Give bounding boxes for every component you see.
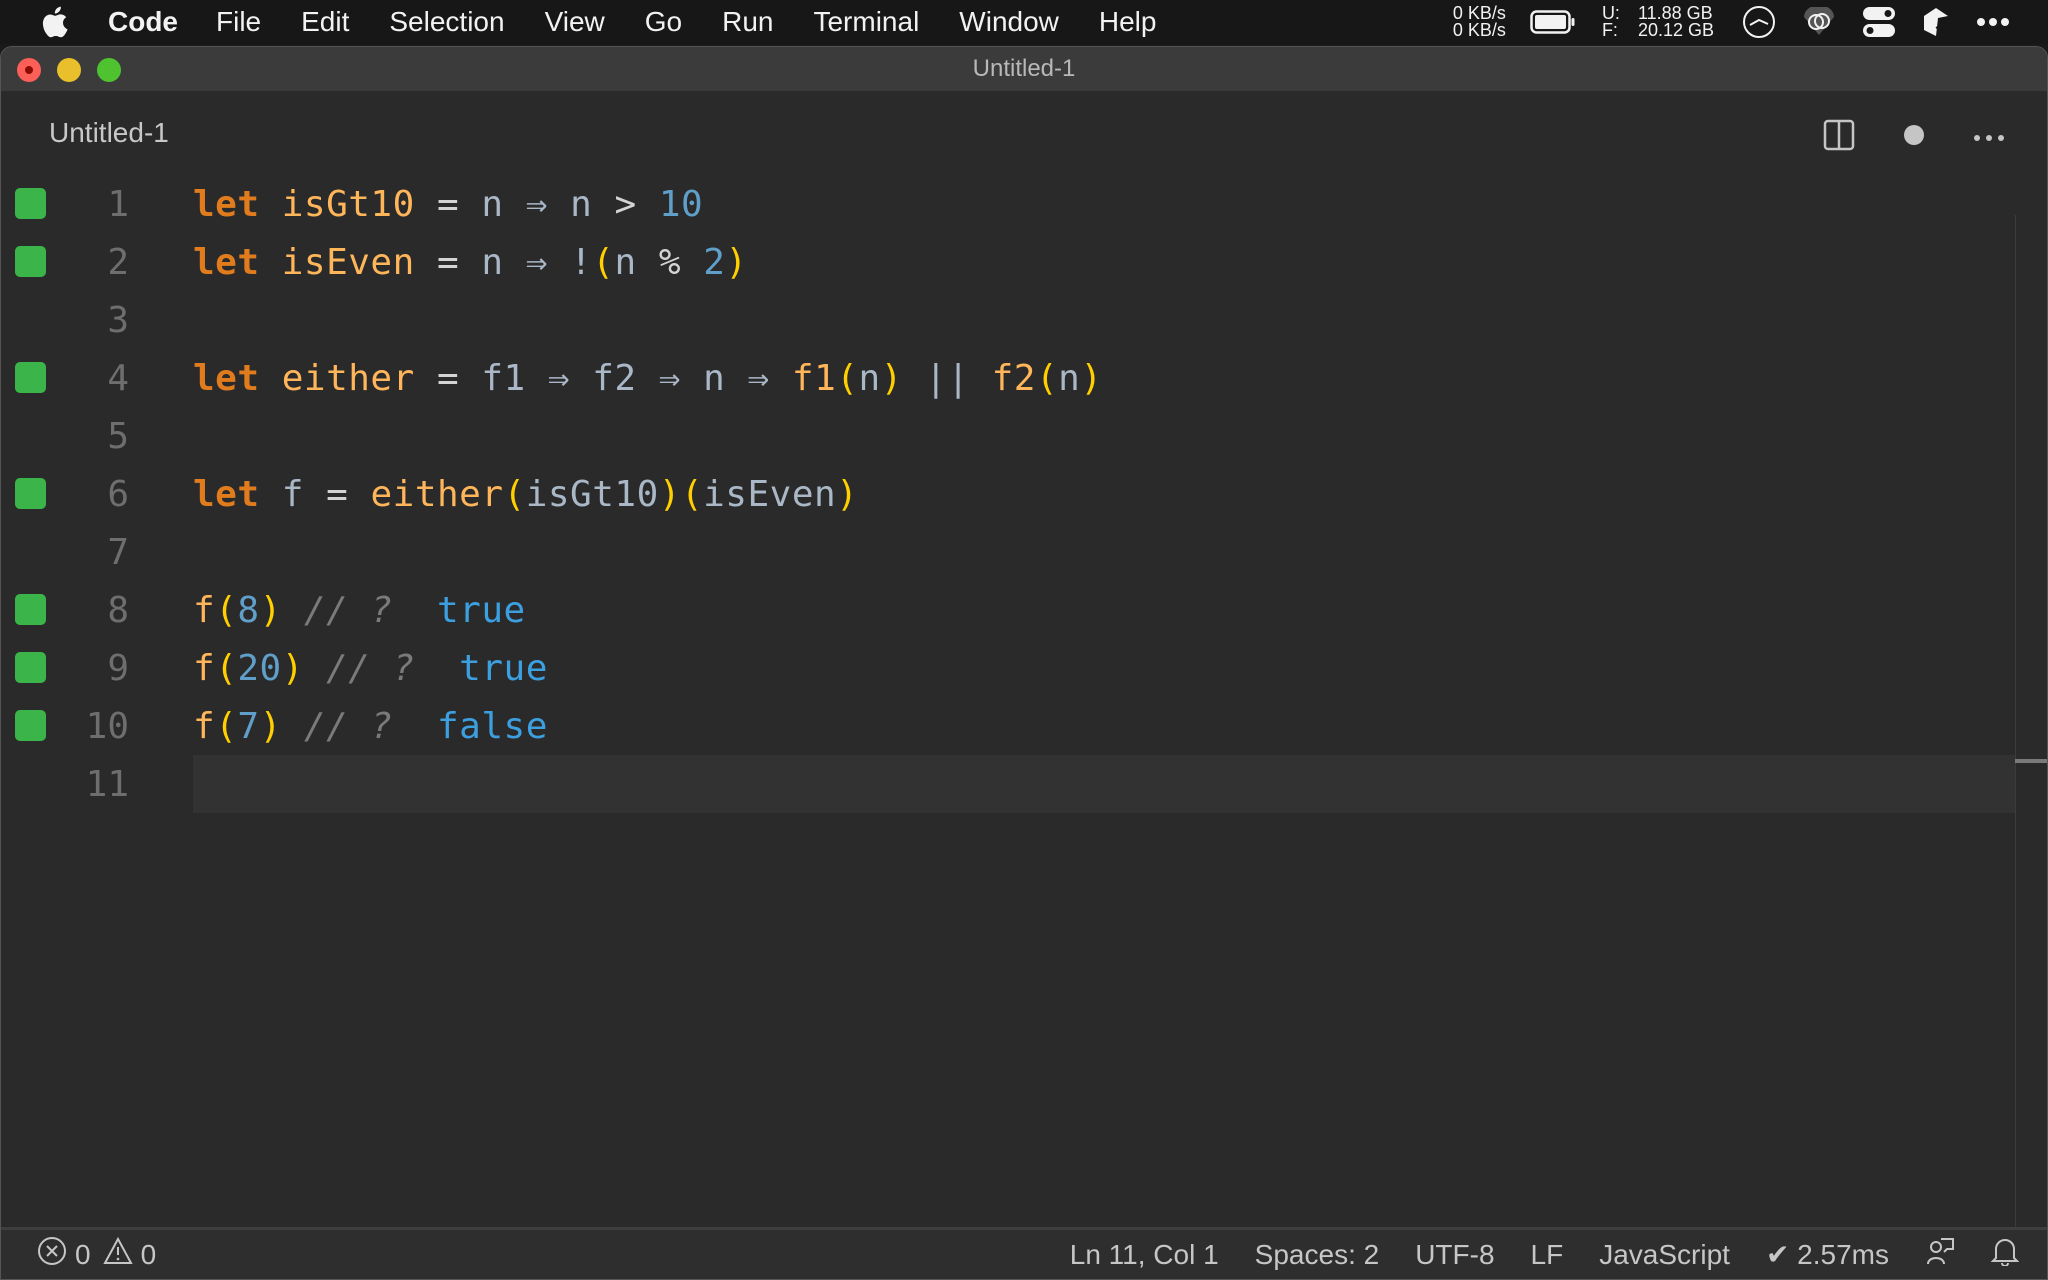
line-number: 4 bbox=[107, 357, 129, 399]
coverage-indicator bbox=[15, 246, 46, 277]
line-number: 8 bbox=[107, 589, 129, 631]
code-line[interactable]: 3 bbox=[1, 291, 2015, 349]
memory-stats[interactable]: U: F: 11.88 GB 20.12 GB bbox=[1601, 4, 1714, 40]
code-line[interactable]: 4 let either = f1 ⇒ f2 ⇒ n ⇒ f1(n) || f2… bbox=[1, 349, 2015, 407]
memory-free-label: F: bbox=[1601, 20, 1618, 40]
problems-indicator[interactable]: 0 0 bbox=[37, 1236, 156, 1273]
error-count: 0 bbox=[75, 1238, 91, 1270]
cursor-position[interactable]: Ln 11, Col 1 bbox=[1070, 1239, 1219, 1271]
window-title: Untitled-1 bbox=[972, 55, 1076, 82]
split-editor-icon[interactable] bbox=[1823, 119, 1855, 156]
window-titlebar[interactable]: Untitled-1 bbox=[1, 47, 2047, 91]
code-text: f(7) // ? false bbox=[193, 705, 548, 747]
line-number: 10 bbox=[85, 705, 129, 747]
code-text: let isGt10 = n ⇒ n > 10 bbox=[193, 183, 704, 225]
line-number: 1 bbox=[107, 183, 129, 225]
coverage-indicator bbox=[15, 652, 46, 683]
menu-file[interactable]: File bbox=[216, 6, 261, 38]
line-number: 5 bbox=[107, 415, 129, 457]
code-text: f(20) // ? true bbox=[193, 647, 548, 689]
line-number: 9 bbox=[107, 647, 129, 689]
line-number: 3 bbox=[107, 299, 129, 341]
coverage-indicator bbox=[15, 362, 46, 393]
memory-free-value: 20.12 GB bbox=[1637, 20, 1714, 40]
notifications-bell-icon[interactable] bbox=[1990, 1236, 2020, 1273]
status-bar: 0 0 Ln 11, Col 1 Spaces: 2 UTF-8 LF Java… bbox=[1, 1227, 2047, 1279]
code-line[interactable]: 1 let isGt10 = n ⇒ n > 10 bbox=[1, 175, 2015, 233]
scrollbar-cursor-marker bbox=[2015, 759, 2047, 763]
indentation[interactable]: Spaces: 2 bbox=[1255, 1239, 1380, 1271]
code-line[interactable]: 5 bbox=[1, 407, 2015, 465]
end-of-line[interactable]: LF bbox=[1531, 1239, 1564, 1271]
editor-actions bbox=[1823, 119, 2005, 156]
menu-window[interactable]: Window bbox=[959, 6, 1059, 38]
macos-menu-bar: Code File Edit Selection View Go Run Ter… bbox=[0, 0, 2048, 44]
more-icon[interactable] bbox=[1976, 17, 2010, 27]
line-number: 7 bbox=[107, 531, 129, 573]
encoding[interactable]: UTF-8 bbox=[1415, 1239, 1494, 1271]
vertical-scrollbar[interactable] bbox=[2015, 215, 2047, 1265]
menu-terminal[interactable]: Terminal bbox=[813, 6, 919, 38]
editor-tab-bar: Untitled-1 bbox=[1, 91, 2047, 175]
code-text: f(8) // ? true bbox=[193, 589, 526, 631]
app-tray-icon[interactable] bbox=[1922, 6, 1950, 38]
language-mode[interactable]: JavaScript bbox=[1599, 1239, 1730, 1271]
code-line-current[interactable]: 11 bbox=[1, 755, 2015, 813]
error-icon bbox=[37, 1236, 67, 1273]
network-speed[interactable]: 0 KB/s 0 KB/s bbox=[1452, 4, 1506, 40]
code-line[interactable]: 6 let f = either(isGt10)(isEven) bbox=[1, 465, 2015, 523]
code-line[interactable]: 2 let isEven = n ⇒ !(n % 2) bbox=[1, 233, 2015, 291]
more-actions-icon[interactable] bbox=[1973, 129, 2005, 147]
code-line[interactable]: 9 f(20) // ? true bbox=[1, 639, 2015, 697]
code-line[interactable]: 8 f(8) // ? true bbox=[1, 581, 2015, 639]
coverage-indicator bbox=[15, 710, 46, 741]
menu-selection[interactable]: Selection bbox=[389, 6, 504, 38]
inline-result: true bbox=[459, 647, 548, 689]
menu-view[interactable]: View bbox=[545, 6, 605, 38]
code-line[interactable]: 7 bbox=[1, 523, 2015, 581]
inline-result: false bbox=[437, 705, 548, 747]
menu-help[interactable]: Help bbox=[1099, 6, 1157, 38]
battery-icon[interactable] bbox=[1530, 9, 1576, 35]
coverage-indicator bbox=[15, 188, 46, 219]
apple-menu-icon[interactable] bbox=[40, 5, 70, 39]
coverage-indicator bbox=[15, 478, 46, 509]
code-text: let isEven = n ⇒ !(n % 2) bbox=[193, 241, 748, 283]
unsaved-dot-icon[interactable] bbox=[1903, 124, 1925, 151]
code-line[interactable]: 10 f(7) // ? false bbox=[1, 697, 2015, 755]
menubar-status-area: 0 KB/s 0 KB/s U: F: 11.88 GB 20.12 GB bbox=[1453, 0, 2048, 44]
code-editor[interactable]: 1 let isGt10 = n ⇒ n > 10 2 let isEven =… bbox=[1, 175, 2047, 1265]
inline-result: true bbox=[437, 589, 526, 631]
activity-monitor-icon[interactable] bbox=[1742, 5, 1776, 39]
warning-count: 0 bbox=[140, 1238, 157, 1270]
warning-icon bbox=[102, 1236, 133, 1272]
code-text: let f = either(isGt10)(isEven) bbox=[193, 473, 859, 515]
line-number: 11 bbox=[85, 763, 129, 805]
line-number: 2 bbox=[107, 241, 129, 283]
creative-cloud-icon[interactable] bbox=[1802, 7, 1836, 37]
menu-go[interactable]: Go bbox=[645, 6, 682, 38]
menu-app-code[interactable]: Code bbox=[108, 6, 178, 38]
status-bar-right: Ln 11, Col 1 Spaces: 2 UTF-8 LF JavaScri… bbox=[1070, 1236, 2020, 1273]
control-center-icon[interactable] bbox=[1862, 6, 1896, 38]
network-down: 0 KB/s bbox=[1452, 20, 1506, 40]
code-text: let either = f1 ⇒ f2 ⇒ n ⇒ f1(n) || f2(n… bbox=[193, 357, 1103, 399]
menu-edit[interactable]: Edit bbox=[301, 6, 349, 38]
coverage-indicator bbox=[15, 594, 46, 625]
feedback-icon[interactable] bbox=[1925, 1236, 1955, 1273]
vscode-window: Untitled-1 Untitled-1 1 let isGt10 = n ⇒… bbox=[0, 46, 2048, 1280]
quokka-timing[interactable]: ✔ 2.57ms bbox=[1766, 1238, 1889, 1271]
menu-run[interactable]: Run bbox=[722, 6, 773, 38]
current-line-highlight bbox=[193, 755, 2015, 813]
tab-untitled-1[interactable]: Untitled-1 bbox=[49, 117, 169, 149]
line-number: 6 bbox=[107, 473, 129, 515]
